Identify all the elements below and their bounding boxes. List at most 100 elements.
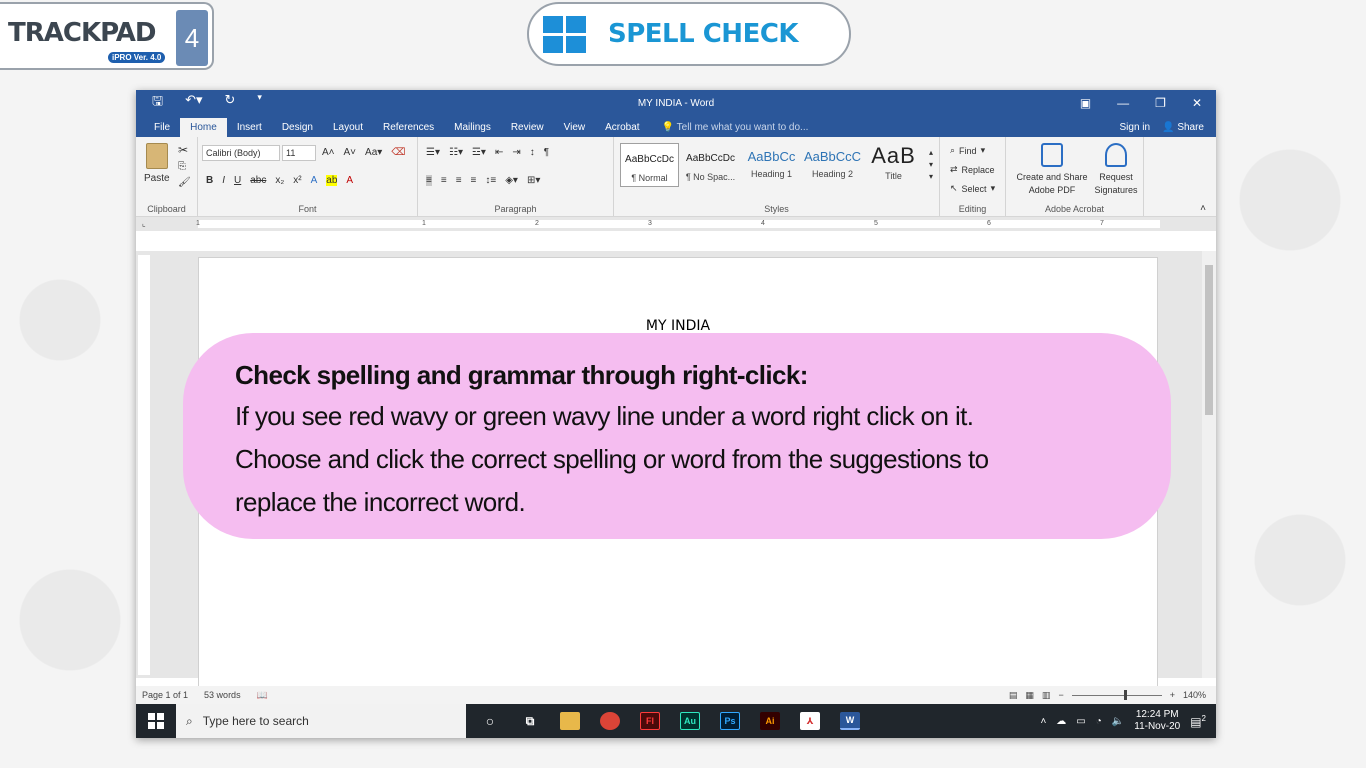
- cut-icon[interactable]: ✂: [178, 143, 188, 157]
- clear-formatting-icon[interactable]: ⌫: [391, 147, 405, 158]
- center-icon[interactable]: ≡: [441, 175, 447, 186]
- copy-icon[interactable]: ⎘: [178, 161, 186, 172]
- numbering-icon[interactable]: ☷▾: [449, 147, 463, 158]
- ribbon-display-options-icon[interactable]: ▣: [1080, 96, 1091, 110]
- redo-icon[interactable]: ↻: [225, 92, 236, 114]
- tab-mailings[interactable]: Mailings: [444, 122, 501, 137]
- tab-design[interactable]: Design: [272, 122, 323, 137]
- photoshop-icon[interactable]: Ps: [720, 712, 740, 730]
- line-spacing-icon[interactable]: ↕≡: [485, 175, 496, 186]
- style-normal[interactable]: AaBbCcDc ¶ Normal: [620, 143, 679, 187]
- start-button[interactable]: [136, 713, 176, 729]
- select-button[interactable]: ↖ Select ▾: [950, 183, 995, 194]
- onedrive-icon[interactable]: ☁: [1056, 716, 1066, 727]
- word-icon[interactable]: W: [840, 712, 860, 730]
- align-left-icon[interactable]: ≡: [426, 175, 432, 186]
- page-count[interactable]: Page 1 of 1: [142, 690, 188, 700]
- tab-home[interactable]: Home: [180, 118, 227, 137]
- decrease-indent-icon[interactable]: ⇤: [495, 147, 503, 158]
- style-no-spacing[interactable]: AaBbCcDc ¶ No Spac...: [681, 143, 740, 187]
- multilevel-list-icon[interactable]: ☲▾: [472, 147, 486, 158]
- subscript-icon[interactable]: x₂: [275, 175, 284, 186]
- tab-references[interactable]: References: [373, 122, 444, 137]
- bold-icon[interactable]: B: [206, 175, 213, 186]
- underline-icon[interactable]: U: [234, 175, 241, 186]
- paste-icon[interactable]: [146, 143, 168, 169]
- sort-icon[interactable]: ↕: [530, 147, 535, 158]
- shading-icon[interactable]: ◈▾: [505, 175, 518, 186]
- sign-in-link[interactable]: Sign in: [1112, 122, 1159, 137]
- bullets-icon[interactable]: ☰▾: [426, 147, 440, 158]
- grow-font-icon[interactable]: A˄: [322, 147, 335, 158]
- zoom-in-icon[interactable]: +: [1170, 690, 1175, 700]
- italic-icon[interactable]: I: [222, 175, 225, 186]
- tab-file[interactable]: File: [144, 122, 180, 137]
- style-heading-1[interactable]: AaBbCc Heading 1: [742, 143, 801, 187]
- flash-icon[interactable]: Fl: [640, 712, 660, 730]
- proofing-icon[interactable]: 📖: [257, 690, 268, 701]
- chrome-icon[interactable]: [600, 712, 620, 730]
- paste-label[interactable]: Paste: [144, 173, 170, 184]
- battery-icon[interactable]: ▭: [1076, 716, 1085, 727]
- audition-icon[interactable]: Au: [680, 712, 700, 730]
- font-name-select[interactable]: Calibri (Body): [202, 145, 280, 161]
- tell-me-search[interactable]: 💡 Tell me what you want to do...: [650, 122, 819, 137]
- acrobat-icon[interactable]: ⅄: [800, 712, 820, 730]
- scrollbar-thumb[interactable]: [1205, 265, 1213, 415]
- change-case-icon[interactable]: Aa▾: [365, 147, 382, 158]
- align-right-icon[interactable]: ≡: [456, 175, 462, 186]
- print-layout-icon[interactable]: ▦: [1025, 690, 1034, 701]
- tab-acrobat[interactable]: Acrobat: [595, 122, 649, 137]
- share-button[interactable]: 👤 Share: [1158, 122, 1216, 137]
- find-button[interactable]: ⌕ Find ▾: [950, 145, 985, 156]
- request-signatures-button[interactable]: Request Signatures: [1092, 143, 1140, 197]
- style-title[interactable]: AaB Title: [864, 143, 923, 187]
- notifications-icon[interactable]: ▤2: [1190, 714, 1206, 729]
- clock[interactable]: 12:24 PM 11-Nov-20: [1134, 709, 1180, 733]
- superscript-icon[interactable]: x²: [293, 175, 301, 186]
- taskbar-search[interactable]: ⌕ Type here to search: [176, 704, 466, 738]
- zoom-slider-thumb[interactable]: [1123, 689, 1127, 700]
- create-share-pdf-button[interactable]: Create and Share Adobe PDF: [1010, 143, 1094, 197]
- style-heading-2[interactable]: AaBbCcC Heading 2: [803, 143, 862, 187]
- tab-insert[interactable]: Insert: [227, 122, 272, 137]
- restore-icon[interactable]: ❐: [1155, 96, 1166, 110]
- highlight-icon[interactable]: ab: [326, 175, 338, 186]
- zoom-out-icon[interactable]: −: [1058, 690, 1063, 700]
- strikethrough-icon[interactable]: abc: [250, 175, 266, 186]
- illustrator-icon[interactable]: Ai: [760, 712, 780, 730]
- file-explorer-icon[interactable]: [560, 712, 580, 730]
- customize-qat-icon[interactable]: ▾: [257, 92, 262, 114]
- zoom-slider[interactable]: [1071, 689, 1162, 700]
- borders-icon[interactable]: ⊞▾: [527, 175, 540, 186]
- text-effects-icon[interactable]: A: [311, 175, 318, 186]
- format-painter-icon[interactable]: 🖌: [178, 177, 191, 188]
- show-hidden-icons-icon[interactable]: ˄: [1040, 716, 1046, 727]
- word-count[interactable]: 53 words: [204, 690, 241, 700]
- task-view-icon[interactable]: ⧉: [520, 712, 540, 730]
- styles-scroll-icon[interactable]: ▴ ▾ ▾: [929, 147, 933, 183]
- justify-icon[interactable]: ≡: [471, 175, 477, 186]
- tab-layout[interactable]: Layout: [323, 122, 373, 137]
- web-layout-icon[interactable]: ▥: [1042, 690, 1051, 701]
- undo-icon[interactable]: ↶▾: [185, 92, 202, 114]
- minimize-icon[interactable]: —: [1117, 96, 1129, 110]
- tab-view[interactable]: View: [554, 122, 596, 137]
- increase-indent-icon[interactable]: ⇥: [512, 147, 520, 158]
- show-marks-icon[interactable]: ¶: [544, 147, 549, 158]
- vertical-scrollbar[interactable]: [1202, 251, 1216, 678]
- wifi-icon[interactable]: ◔: [1096, 716, 1102, 727]
- collapse-ribbon-icon[interactable]: ˄: [1200, 203, 1206, 214]
- font-size-select[interactable]: 11: [282, 145, 316, 161]
- close-icon[interactable]: ✕: [1192, 96, 1202, 110]
- shrink-font-icon[interactable]: A˅: [344, 147, 357, 158]
- read-mode-icon[interactable]: ▤: [1009, 690, 1018, 701]
- zoom-level[interactable]: 140%: [1183, 690, 1206, 700]
- save-icon[interactable]: 🖫: [152, 92, 163, 114]
- font-color-icon[interactable]: A: [346, 175, 353, 186]
- cortana-icon[interactable]: ○: [480, 712, 500, 730]
- document-title[interactable]: MY INDIA: [199, 318, 1157, 334]
- volume-icon[interactable]: 🔈: [1112, 716, 1124, 727]
- tab-selector-icon[interactable]: ⌞: [142, 219, 146, 228]
- tab-review[interactable]: Review: [501, 122, 554, 137]
